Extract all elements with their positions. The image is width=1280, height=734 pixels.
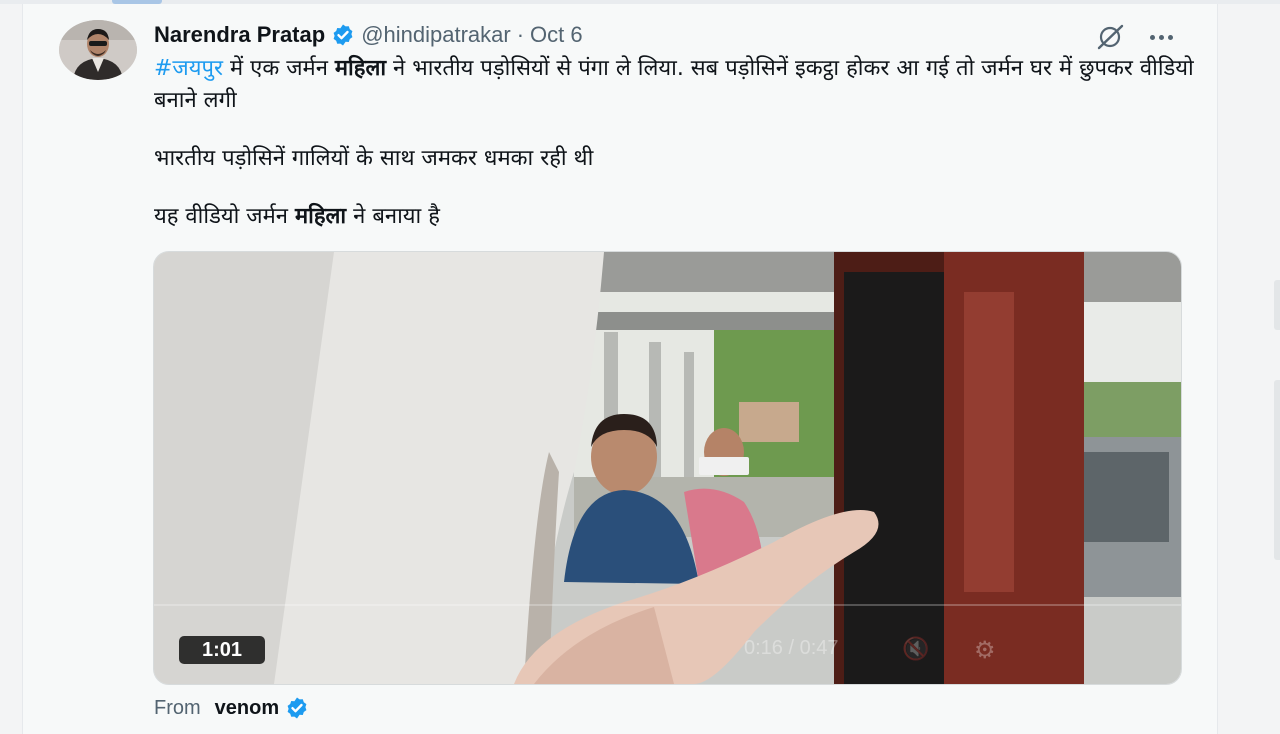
verified-badge-icon[interactable] — [331, 23, 355, 47]
post-text-para-3: यह वीडियो जर्मन महिला ने बनाया है — [154, 201, 1194, 233]
settings-icon: ⚙ — [974, 637, 996, 664]
source-account-link[interactable]: venom — [215, 697, 279, 720]
verified-badge-icon[interactable] — [285, 696, 309, 720]
post-header: Narendra Pratap @hindipatrakar · Oct 6 — [154, 20, 583, 50]
video-overlay-time: 0:16 / 0:47 — [744, 637, 839, 659]
post-text-para-2: भारतीय पड़ोसिनें गालियों के साथ जमकर धमक… — [154, 146, 594, 171]
hashtag-link[interactable]: #जयपुर — [154, 56, 223, 81]
from-label: From — [154, 696, 201, 719]
text-fragment: यह वीडियो जर्मन — [154, 204, 295, 229]
post-footer: From venom — [154, 694, 315, 722]
avatar[interactable] — [59, 20, 137, 80]
text-fragment: में एक जर्मन — [223, 56, 335, 81]
author-name[interactable]: Narendra Pratap — [154, 22, 325, 48]
text-fragment-bold: महिला — [294, 204, 347, 229]
mute-icon: 🔇 — [902, 636, 930, 661]
video-player[interactable] — [153, 251, 1182, 685]
post-date[interactable]: Oct 6 — [530, 22, 583, 48]
text-fragment: ने बनाया है — [346, 204, 440, 229]
post-text: #जयपुर में एक जर्मन महिला ने भारतीय पड़ो… — [154, 53, 1194, 233]
text-fragment-bold: महिला — [334, 56, 387, 81]
video-duration-badge: 1:01 — [179, 636, 265, 664]
scroll-edge — [1274, 380, 1280, 560]
grok-icon[interactable] — [1094, 23, 1126, 51]
author-handle[interactable]: @hindipatrakar — [361, 22, 511, 48]
post-text-para-1: #जयपुर में एक जर्मन महिला ने भारतीय पड़ो… — [154, 53, 1194, 117]
separator-dot: · — [516, 22, 525, 47]
more-options-icon[interactable] — [1144, 25, 1178, 49]
scroll-edge — [1274, 280, 1280, 330]
